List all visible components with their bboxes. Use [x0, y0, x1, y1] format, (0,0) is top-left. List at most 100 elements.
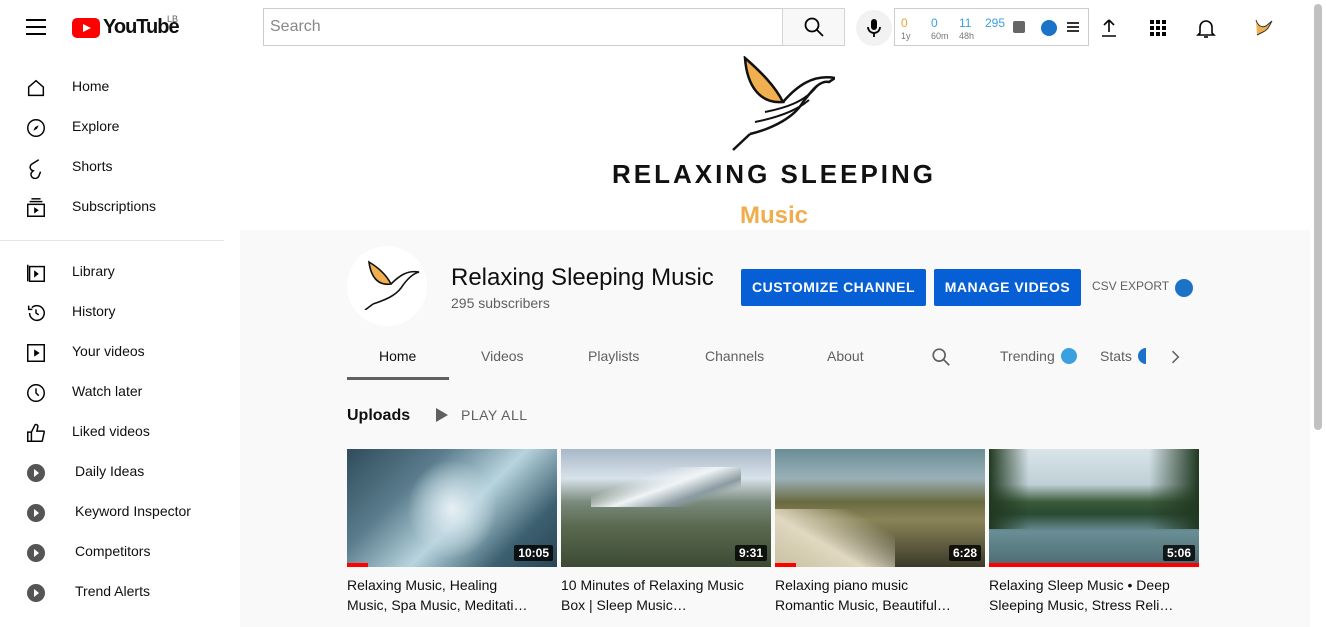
video-thumbnail[interactable]: 10:05 [347, 449, 557, 567]
apps-grid-icon[interactable] [1146, 16, 1170, 40]
sidebar-item-label: Home [72, 78, 110, 94]
video-title-line: 10 Minutes of Relaxing Music [561, 577, 744, 593]
watch-progress-bar [989, 563, 1199, 567]
subscriber-count: 295 subscribers [451, 295, 550, 311]
tab-home[interactable]: Home [379, 348, 416, 364]
sidebar-item-your-videos[interactable]: Your videos [0, 332, 224, 372]
home-icon [27, 79, 45, 97]
youtube-play-icon [72, 17, 100, 38]
manage-videos-button[interactable]: MANAGE VIDEOS [934, 269, 1081, 306]
sidebar-item-daily-ideas[interactable]: Daily Ideas [0, 452, 224, 492]
tab-stats[interactable]: Stats [1100, 348, 1132, 364]
customize-channel-button[interactable]: CUSTOMIZE CHANNEL [741, 269, 926, 306]
sidebar-divider [0, 240, 224, 241]
video-title-line: Box | Sleep Music… [561, 597, 687, 613]
tab-videos[interactable]: Videos [481, 348, 524, 364]
video-duration: 9:31 [734, 545, 767, 561]
play-all-button[interactable]: PLAY ALL [461, 407, 528, 423]
sidebar-item-label: Explore [72, 118, 120, 134]
clock-icon [27, 384, 45, 402]
menu-icon[interactable] [26, 19, 46, 37]
video-duration: 5:06 [1162, 545, 1195, 561]
more-menu-icon[interactable] [1067, 22, 1079, 32]
video-card[interactable]: 6:28 Relaxing piano music Romantic Music… [775, 449, 985, 615]
scrollbar-thumb[interactable] [1314, 4, 1322, 430]
sidebar-item-watch-later[interactable]: Watch later [0, 372, 224, 412]
sidebar-item-trend-alerts[interactable]: Trend Alerts [0, 572, 224, 612]
video-card[interactable]: 9:31 10 Minutes of Relaxing Music Box | … [561, 449, 771, 615]
video-thumbnail[interactable]: 9:31 [561, 449, 771, 567]
chevron-right-icon[interactable] [1165, 347, 1185, 367]
microphone-icon [867, 19, 881, 37]
tab-channels[interactable]: Channels [705, 348, 764, 364]
video-card[interactable]: 10:05 Relaxing Music, Healing Music, Spa… [347, 449, 557, 615]
sidebar-item-home[interactable]: Home [0, 67, 224, 107]
country-code: LB [167, 14, 179, 24]
video-title[interactable]: Relaxing Sleep Music • Deep Sleeping Mus… [989, 575, 1199, 615]
stat-value: 0 [931, 16, 938, 30]
sidebar-item-label: History [72, 303, 116, 319]
search-icon [804, 17, 824, 37]
tab-playlists[interactable]: Playlists [588, 348, 639, 364]
video-title[interactable]: 10 Minutes of Relaxing Music Box | Sleep… [561, 575, 771, 615]
youtube-logo[interactable]: YouTube [72, 16, 180, 39]
search-input[interactable]: Search [263, 8, 783, 46]
sidebar-item-label: Subscriptions [72, 198, 157, 214]
thumbs-up-icon [27, 423, 45, 442]
main-content: RELAXING SLEEPING Music Relaxing Sleepin… [240, 56, 1310, 627]
compass-icon [27, 119, 45, 137]
video-title-line: Relaxing piano music [775, 577, 909, 593]
history-icon [27, 305, 45, 322]
sidebar-item-shorts[interactable]: Shorts [0, 147, 224, 187]
library-icon [27, 264, 45, 282]
sidebar-item-explore[interactable]: Explore [0, 107, 224, 147]
account-avatar[interactable] [1252, 16, 1276, 40]
video-title[interactable]: Relaxing piano music Romantic Music, Bea… [775, 575, 985, 615]
subscriptions-icon [27, 198, 45, 217]
extension-icon [27, 464, 45, 482]
tab-about[interactable]: About [827, 348, 864, 364]
channel-banner: RELAXING SLEEPING Music [240, 56, 1310, 230]
extension-logo-icon [1175, 279, 1193, 297]
notifications-bell-icon[interactable] [1194, 16, 1218, 40]
sidebar-item-label: Liked videos [72, 423, 150, 439]
sidebar-item-competitors[interactable]: Competitors [0, 532, 224, 572]
sidebar-item-label: Your videos [72, 343, 145, 359]
video-title-line: Relaxing Music, Healing [347, 577, 498, 593]
sidebar-item-library[interactable]: Library [0, 252, 224, 292]
bar-chart-icon[interactable] [1013, 21, 1025, 33]
extension-logo-icon[interactable] [1041, 20, 1057, 36]
video-thumbnail[interactable]: 5:06 [989, 449, 1199, 567]
search-button[interactable] [782, 8, 845, 46]
stat-label: 48h [959, 31, 975, 41]
csv-export-button[interactable]: CSV EXPORT [1092, 279, 1169, 293]
sidebar: Home Explore Shorts Subscriptions Librar… [0, 56, 224, 627]
stat-value: 0 [901, 16, 908, 30]
sidebar-item-liked-videos[interactable]: Liked videos [0, 412, 224, 452]
upload-icon[interactable] [1097, 16, 1121, 40]
extension-icon [27, 544, 45, 562]
sidebar-item-label: Shorts [72, 158, 113, 174]
video-card[interactable]: 5:06 Relaxing Sleep Music • Deep Sleepin… [989, 449, 1199, 615]
sidebar-item-label: Keyword Inspector [75, 503, 191, 519]
channel-search-icon[interactable] [930, 346, 952, 368]
extension-stats-panel[interactable]: 0 1y 0 60m 11 48h 295 [894, 8, 1089, 46]
uploads-section: Uploads PLAY ALL 10:05 Relaxing Music, H… [240, 380, 1310, 627]
stat-value: 295 [985, 16, 1006, 30]
sidebar-item-label: Trend Alerts [75, 583, 150, 599]
tab-trending[interactable]: Trending [1000, 348, 1055, 364]
sidebar-item-keyword-inspector[interactable]: Keyword Inspector [0, 492, 224, 532]
channel-header: Relaxing Sleeping Music 295 subscribers … [240, 230, 1310, 380]
channel-avatar [347, 246, 427, 326]
sidebar-item-subscriptions[interactable]: Subscriptions [0, 187, 224, 227]
sidebar-item-history[interactable]: History [0, 292, 224, 332]
play-icon[interactable] [435, 407, 449, 423]
voice-search-button[interactable] [856, 10, 892, 46]
video-title[interactable]: Relaxing Music, Healing Music, Spa Music… [347, 575, 557, 615]
shorts-icon [29, 159, 42, 179]
video-title-line: Relaxing Sleep Music • Deep [989, 577, 1170, 593]
video-thumbnail[interactable]: 6:28 [775, 449, 985, 567]
section-heading[interactable]: Uploads [347, 407, 410, 425]
sidebar-item-label: Watch later [72, 383, 143, 399]
your-videos-icon [27, 344, 45, 362]
